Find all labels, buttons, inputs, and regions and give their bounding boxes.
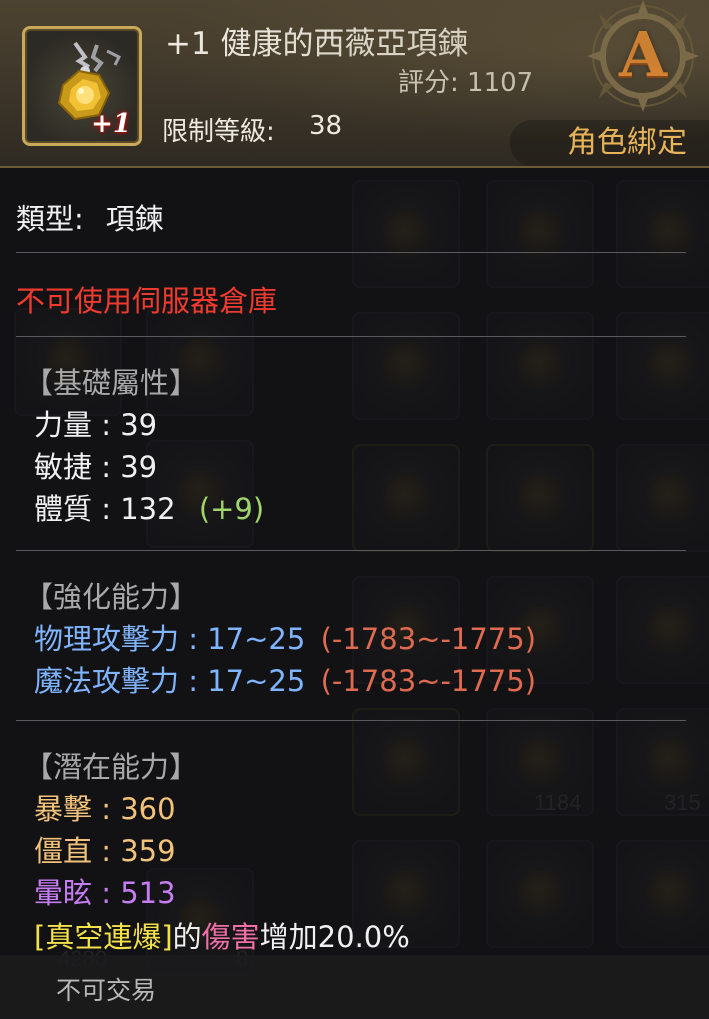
enhance-stats-header: 【強化能力】 [24,580,199,614]
stat-value: 359 [120,834,176,868]
item-score: 評分: 1107 [398,62,533,99]
score-label: 評分 [398,68,451,98]
base-stats-header: 【基礎屬性】 [24,366,199,400]
enhance-level-badge: +1 [91,109,131,139]
potential-stats-header: 【潛在能力】 [24,750,199,784]
stat-name: 力量 [34,408,93,442]
stat-value: 132 [120,492,176,526]
potential-stat-row: 暴擊 : 360 [34,792,176,826]
tooltip-body: 類型: 項鍊 不可使用伺服器倉庫 【基礎屬性】 力量 : 39 敏捷 : 39 體… [0,168,709,1019]
type-label: 類型: [16,202,84,236]
score-value: 1107 [467,68,534,98]
grade-letter: A [618,18,668,91]
stat-name: 暈眩 [34,876,93,910]
stat-name: 物理攻擊力 [34,622,180,656]
divider [16,550,686,551]
enhance-stat-row: 魔法攻擊力 : 17~25 (-1783~-1775) [34,664,537,698]
stat-value: 17~25 [207,622,306,656]
stat-row: 敏捷 : 39 [34,450,158,484]
stat-row: 體質 : 132 (+9) [34,492,265,526]
stat-value: 513 [120,876,176,910]
enhance-stat-row: 物理攻擊力 : 17~25 (-1783~-1775) [34,622,537,656]
bind-status: 角色綁定 [510,120,709,166]
stat-name: 敏捷 [34,450,93,484]
grade-emblem-icon: A [577,0,709,112]
tooltip-header: +1 +1 健康的西薇亞項鍊 評分: 1107 限制等級: 38 A 角色綁定 [0,0,709,168]
type-value: 項鍊 [105,202,164,236]
stat-value: 17~25 [207,664,306,698]
trade-status: 不可交易 [56,976,157,1005]
divider [16,720,686,721]
divider [16,252,686,253]
divider [16,336,686,337]
skill-bonus-effect: 增加20.0% [259,920,410,954]
stat-name: 僵直 [34,834,93,868]
stat-name: 暴擊 [34,792,93,826]
stat-diff: (-1783~-1775) [320,664,537,698]
level-requirement-value: 38 [309,111,343,141]
warehouse-restriction: 不可使用伺服器倉庫 [16,284,278,318]
skill-bonus: [真空連爆]的傷害增加20.0% [34,914,410,956]
stat-name: 體質 [34,492,93,526]
item-type: 類型: 項鍊 [16,196,164,238]
skill-name: [真空連爆] [34,920,173,954]
skill-bonus-target: 傷害 [201,920,260,954]
level-requirement-label: 限制等級: [162,117,275,147]
item-tooltip: 1184 315 4280 8 +1 +1 健康的西薇亞項鍊 評分: 1107 … [0,0,709,1019]
stat-value: 39 [120,408,158,442]
skill-bonus-connector: 的 [172,920,202,954]
potential-stat-row: 僵直 : 359 [34,834,176,868]
stat-row: 力量 : 39 [34,408,158,442]
stat-diff: (-1783~-1775) [320,622,537,656]
stat-bonus: (+9) [198,492,265,526]
item-name: +1 健康的西薇亞項鍊 [165,26,469,62]
stat-value: 39 [120,450,158,484]
score-colon: : [450,68,468,98]
stat-value: 360 [120,792,176,826]
gold-necklace-icon: +1 [22,26,142,146]
potential-stat-row: 暈眩 : 513 [34,876,176,910]
stat-name: 魔法攻擊力 [34,664,180,698]
